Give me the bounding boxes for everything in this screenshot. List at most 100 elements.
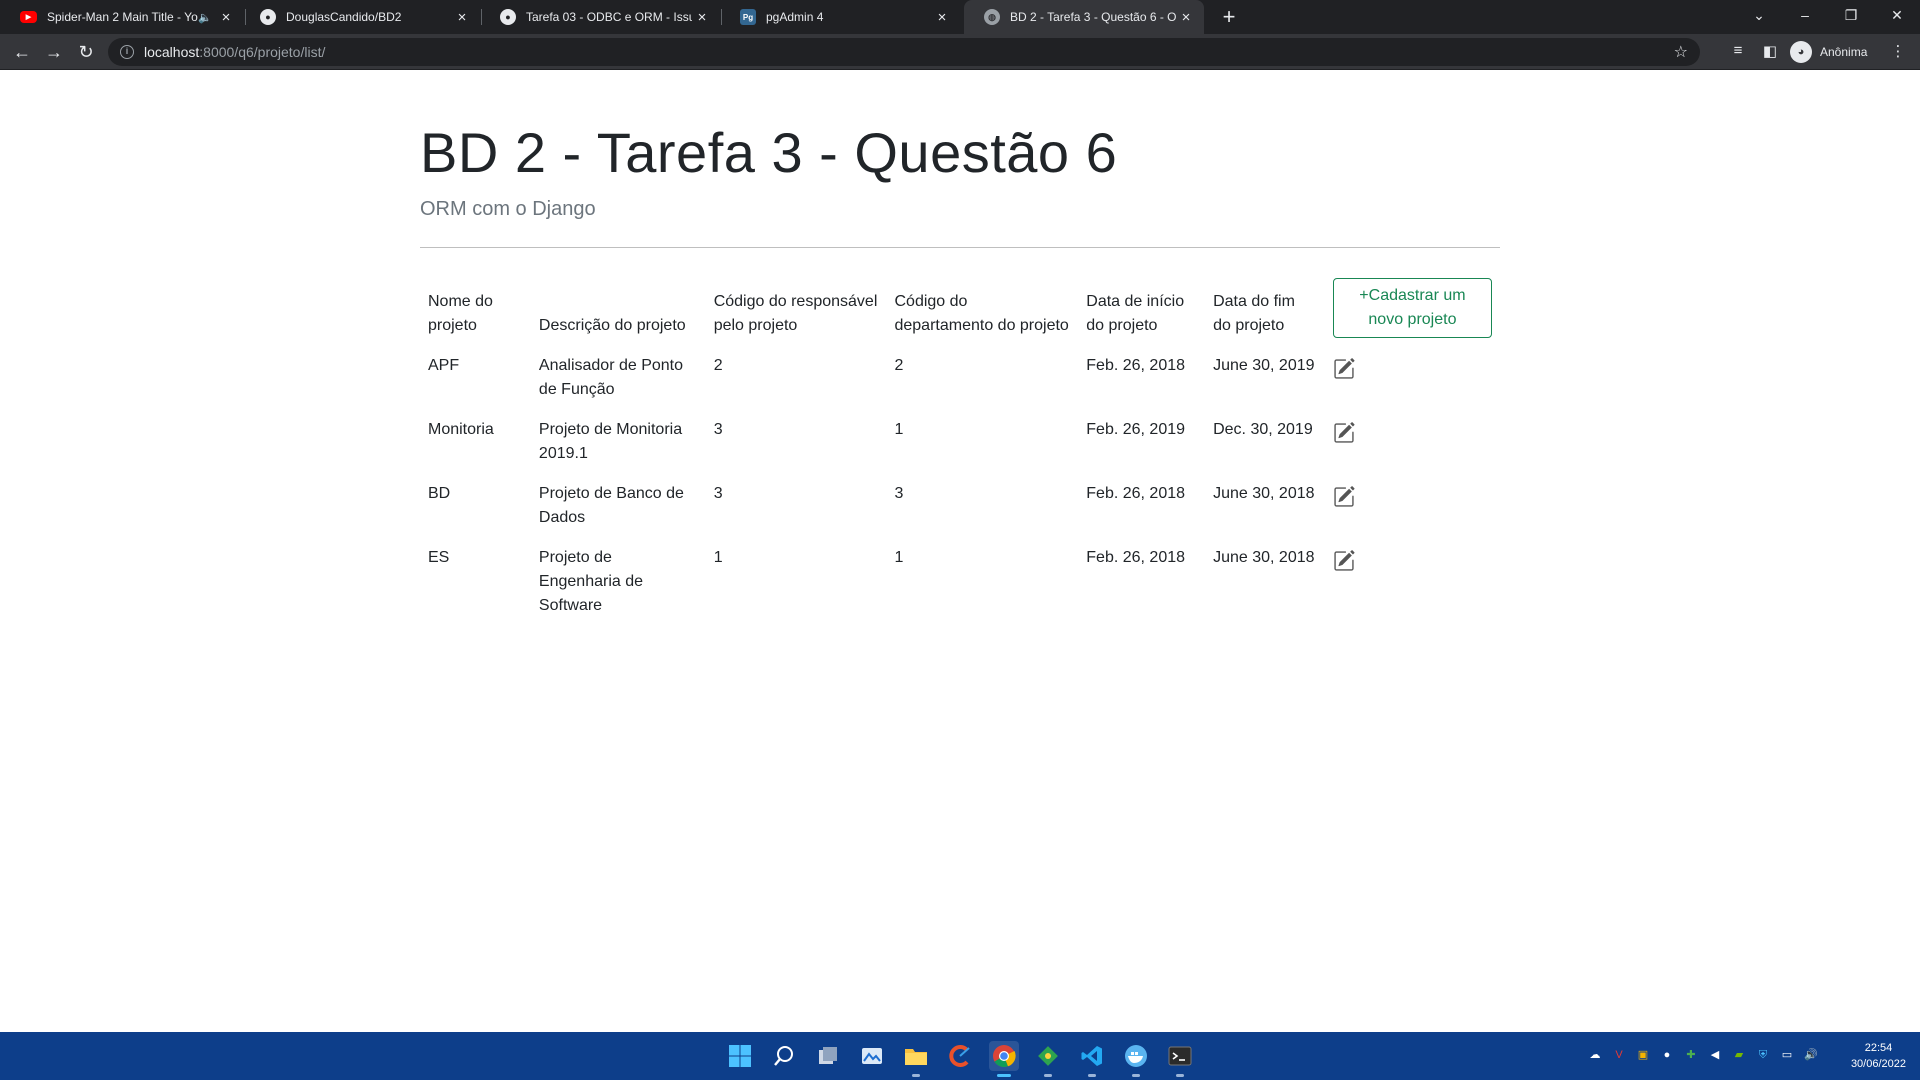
vscode-icon[interactable] <box>1077 1041 1107 1077</box>
terminal-icon[interactable] <box>1165 1041 1195 1077</box>
restore-icon[interactable]: ❐ <box>1828 0 1874 30</box>
close-tab-icon[interactable]: × <box>932 9 952 26</box>
back-arrow-icon[interactable]: ← <box>8 38 36 66</box>
url-path: :8000/q6/projeto/list/ <box>199 44 326 60</box>
add-project-button[interactable]: +Cadastrar um novo projeto <box>1332 278 1492 338</box>
speaker-icon[interactable]: 🔈 <box>198 11 212 24</box>
volume-icon[interactable]: 🔊 <box>1804 1048 1818 1062</box>
tab-github-bd2[interactable]: ● DouglasCandido/BD2 × <box>240 0 480 34</box>
profile-button[interactable]: ◕ Anônima <box>1790 39 1867 65</box>
new-tab-button[interactable]: + <box>1216 4 1242 30</box>
photos-app-icon[interactable] <box>857 1041 887 1071</box>
github-icon: ● <box>500 9 516 25</box>
git-kraken-icon[interactable] <box>1033 1041 1063 1077</box>
cell-descricao: Projeto de Monitoria 2019.1 <box>538 421 683 462</box>
cell-fim: June 30, 2019 <box>1213 357 1315 374</box>
header-responsavel: Código do responsável pelo projeto <box>713 293 878 334</box>
file-explorer-icon[interactable] <box>901 1041 931 1077</box>
cell-inicio: Feb. 26, 2018 <box>1086 549 1186 566</box>
clock-date: 30/06/2022 <box>1850 1058 1906 1070</box>
youtube-icon: ▶ <box>20 11 37 23</box>
plus-icon: + <box>1359 287 1369 304</box>
tab-pgadmin[interactable]: Pg pgAdmin 4 × <box>720 0 960 34</box>
tab-youtube[interactable]: ▶ Spider-Man 2 Main Title - Yo 🔈 × <box>0 0 244 34</box>
tab-title: BD 2 - Tarefa 3 - Questão 6 - ORM <box>1010 10 1176 24</box>
cell-responsavel: 3 <box>713 485 723 502</box>
taskbar: ☁ V ▣ ● ✚ ◀ ▰ ⛨ ▭ 🔊 22:54 30/06/2022 <box>0 1032 1920 1080</box>
cell-descricao: Projeto de Banco de Dados <box>538 485 684 526</box>
cell-responsavel: 3 <box>713 421 723 438</box>
active-indicator <box>997 1074 1011 1077</box>
ccleaner-icon[interactable] <box>945 1041 975 1071</box>
running-indicator <box>1176 1074 1184 1077</box>
header-actions: +Cadastrar um novo projeto <box>1325 270 1500 346</box>
task-view-icon[interactable] <box>813 1041 843 1071</box>
audio-tray-icon[interactable]: ◀ <box>1708 1048 1722 1062</box>
reload-icon[interactable]: ↻ <box>72 38 100 66</box>
cell-descricao: Projeto de Engenharia de Software <box>538 549 644 614</box>
reading-list-icon[interactable]: ≡ <box>1728 42 1748 62</box>
header-nome: Nome do projeto <box>428 293 493 334</box>
tab-search-icon[interactable]: ⌄ <box>1736 0 1782 30</box>
header-departamento: Código do departamento do projeto <box>894 293 1069 334</box>
tab-title: Tarefa 03 - ODBC e ORM - Issue # <box>526 10 692 24</box>
cell-nome: APF <box>428 357 460 374</box>
close-tab-icon[interactable]: × <box>1176 9 1196 26</box>
cell-responsavel: 2 <box>713 357 723 374</box>
search-icon[interactable] <box>769 1041 799 1071</box>
vivaldi-tray-icon[interactable]: V <box>1612 1048 1626 1062</box>
cell-fim: June 30, 2018 <box>1213 549 1315 566</box>
edit-icon[interactable] <box>1333 486 1357 510</box>
chrome-icon[interactable] <box>989 1041 1019 1077</box>
header-fim: Data do fim do projeto <box>1213 293 1295 334</box>
cell-actions <box>1325 346 1500 410</box>
system-clock[interactable]: 22:54 30/06/2022 <box>1851 1040 1906 1072</box>
tab-title: Spider-Man 2 Main Title - Yo <box>47 10 198 24</box>
address-bar[interactable]: i localhost:8000/q6/projeto/list/ ☆ <box>108 38 1700 66</box>
cell-nome: ES <box>428 549 450 566</box>
page-subtitle: ORM com o Django <box>420 198 596 220</box>
windows-start-icon[interactable] <box>725 1041 755 1071</box>
incognito-icon: ◕ <box>1790 41 1812 63</box>
office-tray-icon[interactable]: ▣ <box>1636 1048 1650 1062</box>
table-row: APF Analisador de Ponto de Função 2 2 Fe… <box>420 346 1500 410</box>
github-tray-icon[interactable]: ● <box>1660 1048 1674 1062</box>
close-tab-icon[interactable]: × <box>216 9 236 26</box>
close-window-icon[interactable]: ✕ <box>1874 0 1920 30</box>
security-tray-icon[interactable]: ✚ <box>1684 1048 1698 1062</box>
cell-departamento: 3 <box>894 485 904 502</box>
add-project-label: Cadastrar um novo projeto <box>1368 287 1466 328</box>
side-panel-icon[interactable]: ◧ <box>1760 42 1780 62</box>
bookmark-star-icon[interactable]: ☆ <box>1674 42 1688 62</box>
minimize-icon[interactable]: – <box>1782 0 1828 30</box>
close-tab-icon[interactable]: × <box>692 9 712 26</box>
tab-active-bd2[interactable]: ◍ BD 2 - Tarefa 3 - Questão 6 - ORM × <box>964 0 1204 34</box>
divider <box>420 247 1500 248</box>
cell-actions <box>1325 538 1500 626</box>
header-inicio: Data de início do projeto <box>1086 293 1185 334</box>
header-descricao: Descrição do projeto <box>538 317 686 334</box>
defender-tray-icon[interactable]: ⛨ <box>1756 1048 1770 1062</box>
cell-departamento: 1 <box>894 549 904 566</box>
tab-github-issue[interactable]: ● Tarefa 03 - ODBC e ORM - Issue # × <box>480 0 720 34</box>
docker-icon[interactable] <box>1121 1041 1151 1077</box>
close-tab-icon[interactable]: × <box>452 9 472 26</box>
page-content: BD 2 - Tarefa 3 - Questão 6 ORM com o Dj… <box>0 70 1920 1032</box>
pgadmin-icon: Pg <box>740 9 756 25</box>
cell-fim: June 30, 2018 <box>1213 485 1315 502</box>
forward-arrow-icon[interactable]: → <box>40 38 68 66</box>
cell-responsavel: 1 <box>713 549 723 566</box>
onedrive-icon[interactable]: ☁ <box>1588 1048 1602 1062</box>
table-row: BD Projeto de Banco de Dados 3 3 Feb. 26… <box>420 474 1500 538</box>
nvidia-tray-icon[interactable]: ▰ <box>1732 1048 1746 1062</box>
cell-departamento: 1 <box>894 421 904 438</box>
cell-actions <box>1325 474 1500 538</box>
edit-icon[interactable] <box>1333 550 1357 574</box>
edit-icon[interactable] <box>1333 422 1357 446</box>
menu-kebab-icon[interactable]: ⋮ <box>1888 42 1908 62</box>
running-indicator <box>1044 1074 1052 1077</box>
info-icon[interactable]: i <box>120 45 134 59</box>
network-icon[interactable]: ▭ <box>1780 1048 1794 1062</box>
cell-descricao: Analisador de Ponto de Função <box>538 357 684 398</box>
edit-icon[interactable] <box>1333 358 1357 382</box>
